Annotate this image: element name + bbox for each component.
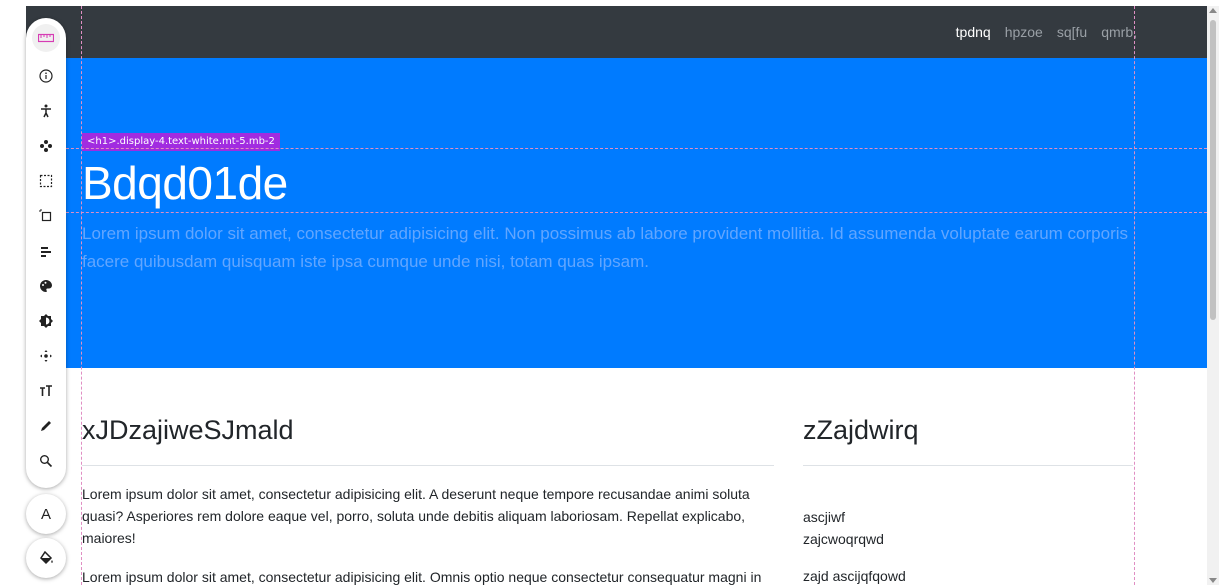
sidebar-link-3[interactable]: zajd ascijqfqowd [803,566,906,586]
sidebar-heading: zZajdwirq [803,415,919,445]
main-divider [82,465,774,466]
position-icon[interactable] [26,343,66,369]
guide-line-right [1134,6,1135,585]
hero-title: Bdqd01de [82,157,288,209]
hero-lead: Lorem ipsum dolor sit amet, consectetur … [82,224,1129,271]
guide-line-bottom [26,212,1207,213]
accessibility-icon[interactable] [26,98,66,124]
nav-links: tpdnq hpzoe sq[fu qmrb, [956,6,1137,58]
paragraph-1: Lorem ipsum dolor sit amet, consectetur … [82,486,750,546]
hero-section [26,58,1207,368]
contrast-icon[interactable] [26,308,66,334]
font-button-label: A [40,505,51,523]
font-icon[interactable]: A [26,494,66,534]
scroll-thumb[interactable] [1210,20,1216,320]
move-arrows-icon[interactable] [26,133,66,159]
navbar: tpdnq hpzoe sq[fu qmrb, [26,6,1207,58]
info-icon[interactable] [26,63,66,89]
nav-link-3[interactable]: sq[fu [1057,24,1087,40]
text-size-icon[interactable] [26,378,66,404]
guide-line-left [81,6,82,585]
scroll-up-icon[interactable] [1209,8,1217,13]
nav-link-4[interactable]: qmrb, [1101,24,1137,40]
left-gutter [0,0,26,585]
element-box-icon[interactable] [26,203,66,229]
palette-icon[interactable] [26,273,66,299]
page-scrollbar[interactable] [1207,6,1219,585]
sidebar-divider [803,465,1133,466]
main-heading: xJDzajiweSJmald [82,415,294,445]
nav-link-1[interactable]: tpdnq [956,24,991,40]
search-icon[interactable] [26,448,66,474]
sidebar-link-2[interactable]: zajcwoqrqwd [803,529,884,549]
guide-line-top [26,148,1207,149]
scroll-down-icon[interactable] [1209,578,1217,583]
sidebar-link-1[interactable]: ascjiwf [803,507,845,527]
nav-link-2[interactable]: hpzoe [1005,24,1043,40]
pen-icon[interactable] [26,413,66,439]
ruler-icon[interactable] [32,24,60,52]
align-icon[interactable] [26,238,66,264]
fill-bucket-icon[interactable] [26,538,66,578]
select-box-icon[interactable] [26,168,66,194]
devtools-toolbar [26,18,66,488]
